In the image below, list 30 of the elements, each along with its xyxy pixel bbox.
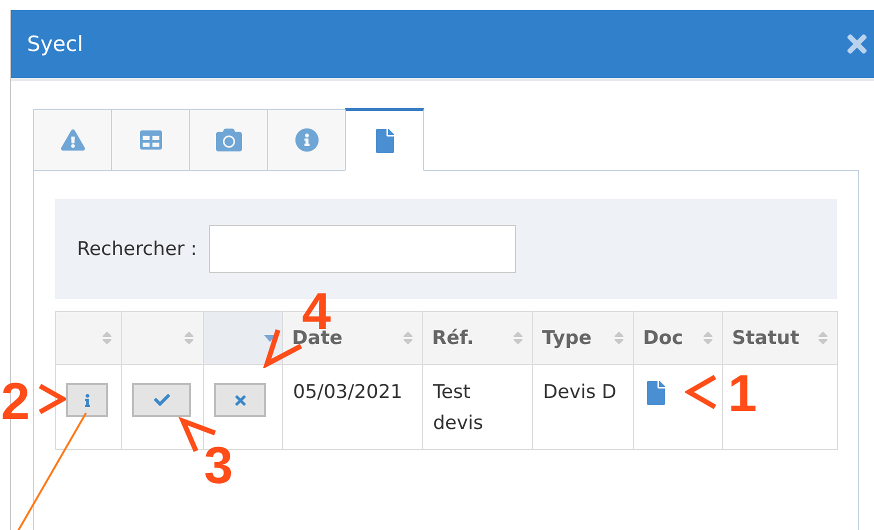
info-button[interactable] [66,383,108,417]
sort-down-icon [264,334,276,342]
reject-button[interactable] [214,383,266,417]
column-header[interactable]: Type [532,312,634,364]
annotation-number: 1 [728,368,757,420]
info-icon [294,128,318,152]
accept-button[interactable] [132,383,191,417]
column-header[interactable]: Doc [634,312,722,364]
document-icon[interactable] [644,381,668,405]
column-title: Doc [643,327,684,349]
check-icon [154,392,170,408]
column-header[interactable]: Statut [722,312,838,364]
column-header[interactable]: Réf. [422,312,532,364]
close-icon [232,392,248,408]
table-cell-text: 05/03/2021 [293,380,404,405]
column-header[interactable] [204,312,282,364]
annotation-number: 2 [1,376,30,428]
table-cell-text: Test devis [433,380,484,436]
column-title: Statut [732,327,800,349]
window-title: Syecl [27,32,84,56]
table-icon [140,129,162,151]
column-title: Type [542,327,592,349]
annotation-number: 3 [204,440,233,492]
tab[interactable] [345,108,424,171]
search-label: Rechercher : [77,238,198,260]
camera-icon [216,127,242,153]
warning-icon [60,128,84,152]
column-title: Réf. [432,327,474,349]
table-cell-text: Devis D [543,380,618,405]
search-field[interactable] [209,225,516,273]
